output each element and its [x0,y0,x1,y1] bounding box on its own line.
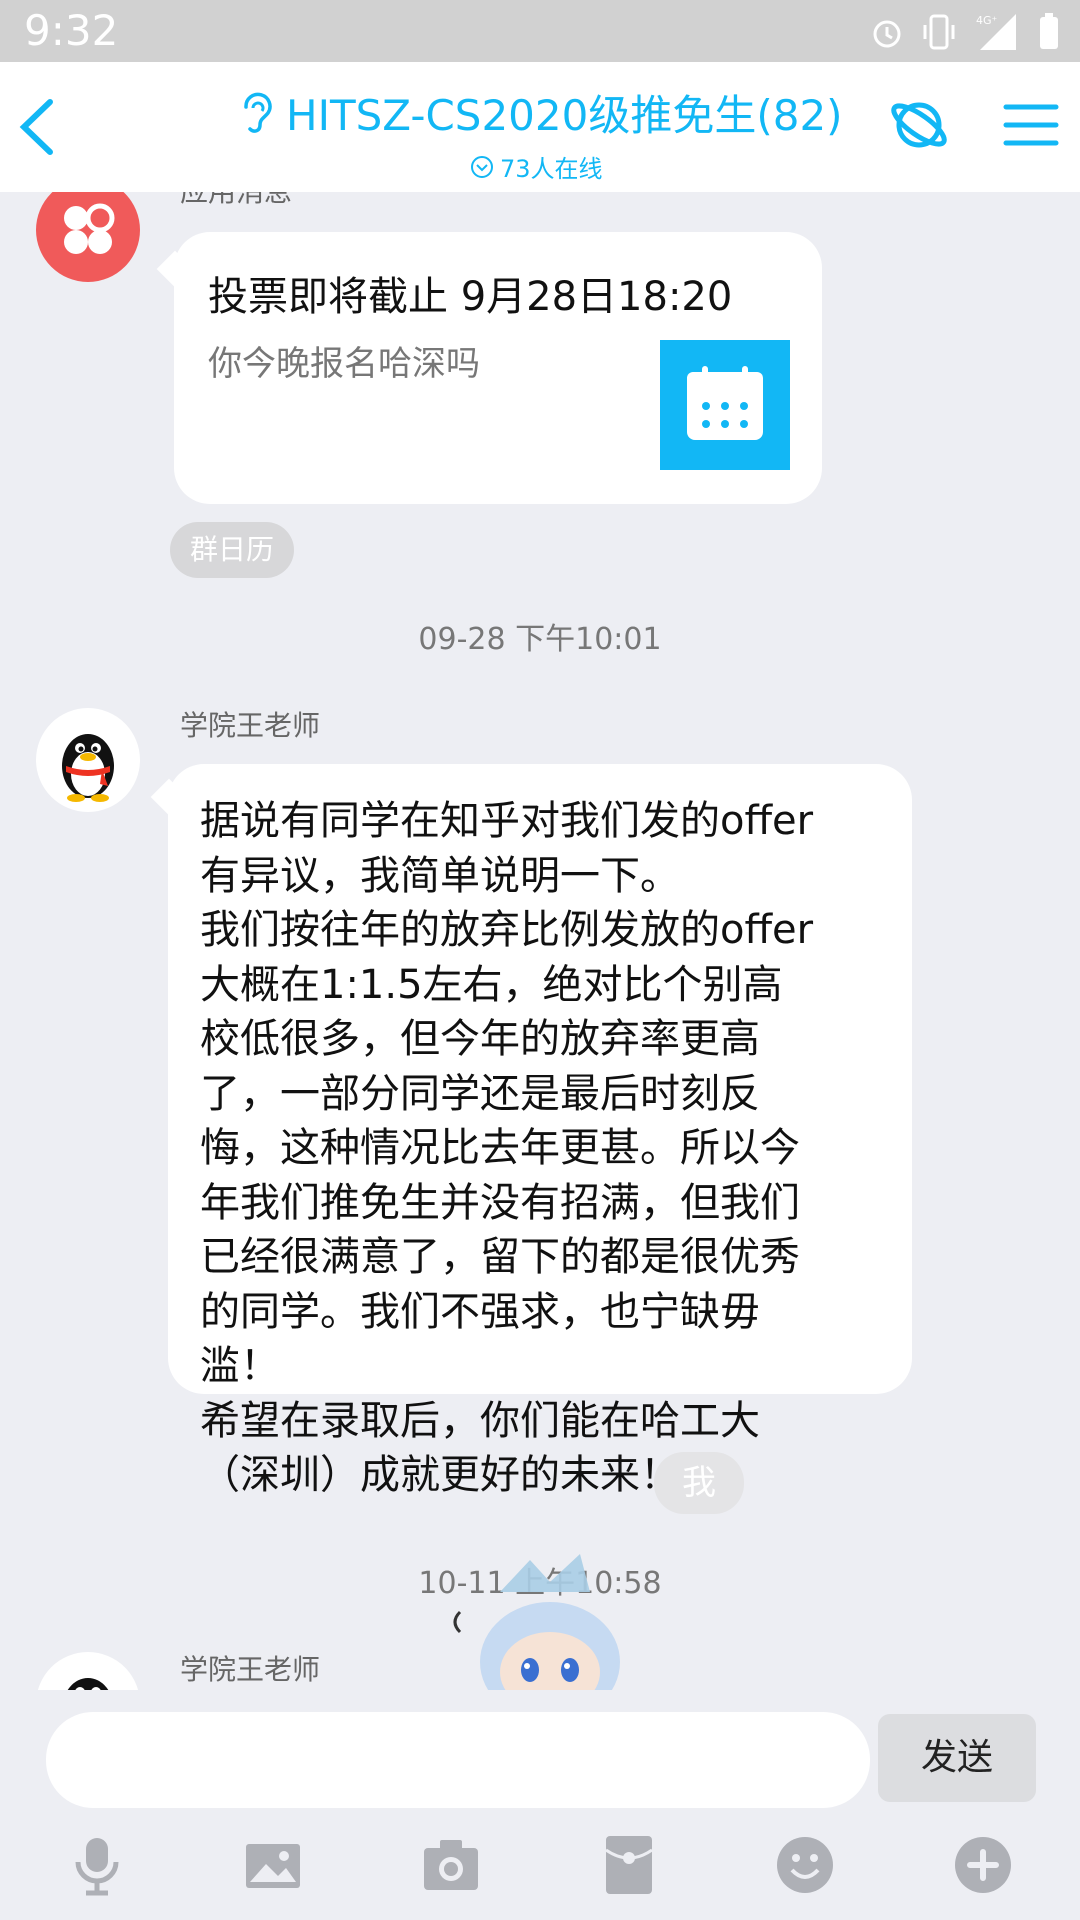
calendar-card[interactable]: 投票即将截止 9月28日18:20 你今晚报名哈深吗 [174,232,822,504]
chat-header: HITSZ-CS2020级推免生(82) 73人在线 [0,62,1080,192]
group-title-text: HITSZ-CS2020级推免生(82) [286,91,843,140]
sender-name: 学院王老师 [180,709,321,742]
app-avatar[interactable] [36,192,140,282]
battery-icon [1040,13,1058,49]
status-bar: 9:32 4G⁺ [0,0,1080,62]
card-title: 投票即将截止 9月28日18:20 [208,274,733,320]
input-bar: 发送 [0,1690,1080,1920]
online-count: 73人在线 [470,149,860,184]
menu-icon[interactable] [996,90,1066,160]
red-packet-icon[interactable] [596,1832,662,1898]
plus-icon[interactable] [950,1832,1016,1898]
group-title: HITSZ-CS2020级推免生(82) [240,82,860,143]
group-calendar-tag[interactable]: 群日历 [170,522,295,578]
message-bubble[interactable]: 据说有同学在知乎对我们发的offer 有异议，我简单说明一下。 我们按往年的放弃… [168,764,912,1498]
penguin-icon [67,1678,109,1690]
ear-icon [244,92,272,133]
teacher-avatar[interactable] [36,1652,140,1690]
planet-icon[interactable] [884,90,954,160]
online-count-text: 73人在线 [500,155,603,183]
partial-message-bubble[interactable]: 我 [654,1452,744,1514]
status-icons: 4G⁺ [870,12,1060,52]
signal-icon: 4G⁺ [976,14,1016,50]
chat-list[interactable]: 应用消息 投票即将截止 9月28日18:20 你今晚报名哈深吗 群日历 09-2… [0,192,1080,1690]
svg-text:4G⁺: 4G⁺ [976,14,998,27]
vibrate-icon [923,14,955,50]
sender-name: 学院王老师 [180,1653,321,1686]
image-icon[interactable] [240,1832,306,1898]
chevron-circle-icon [471,155,493,178]
timestamp: 09-28 下午10:01 [418,622,662,657]
calendar-icon [660,340,790,470]
sender-name: 应用消息 [180,192,292,210]
teacher-avatar[interactable] [36,708,140,812]
message-input[interactable] [46,1712,870,1808]
mic-icon[interactable] [64,1832,130,1898]
send-button[interactable]: 发送 [878,1714,1036,1802]
emoji-icon[interactable] [772,1832,838,1898]
card-subtitle: 你今晚报名哈深吗 [208,344,480,384]
alarm-icon [873,20,901,48]
status-time: 9:32 [24,6,119,55]
title-area[interactable]: HITSZ-CS2020级推免生(82) 73人在线 [240,82,860,184]
back-icon[interactable] [10,92,70,162]
anime-sticker-icon[interactable] [440,1552,660,1712]
penguin-icon [62,734,114,802]
message-text: 据说有同学在知乎对我们发的offer 有异议，我简单说明一下。 我们按往年的放弃… [200,798,814,1498]
app-logo-icon [64,203,115,254]
camera-icon[interactable] [418,1832,484,1898]
